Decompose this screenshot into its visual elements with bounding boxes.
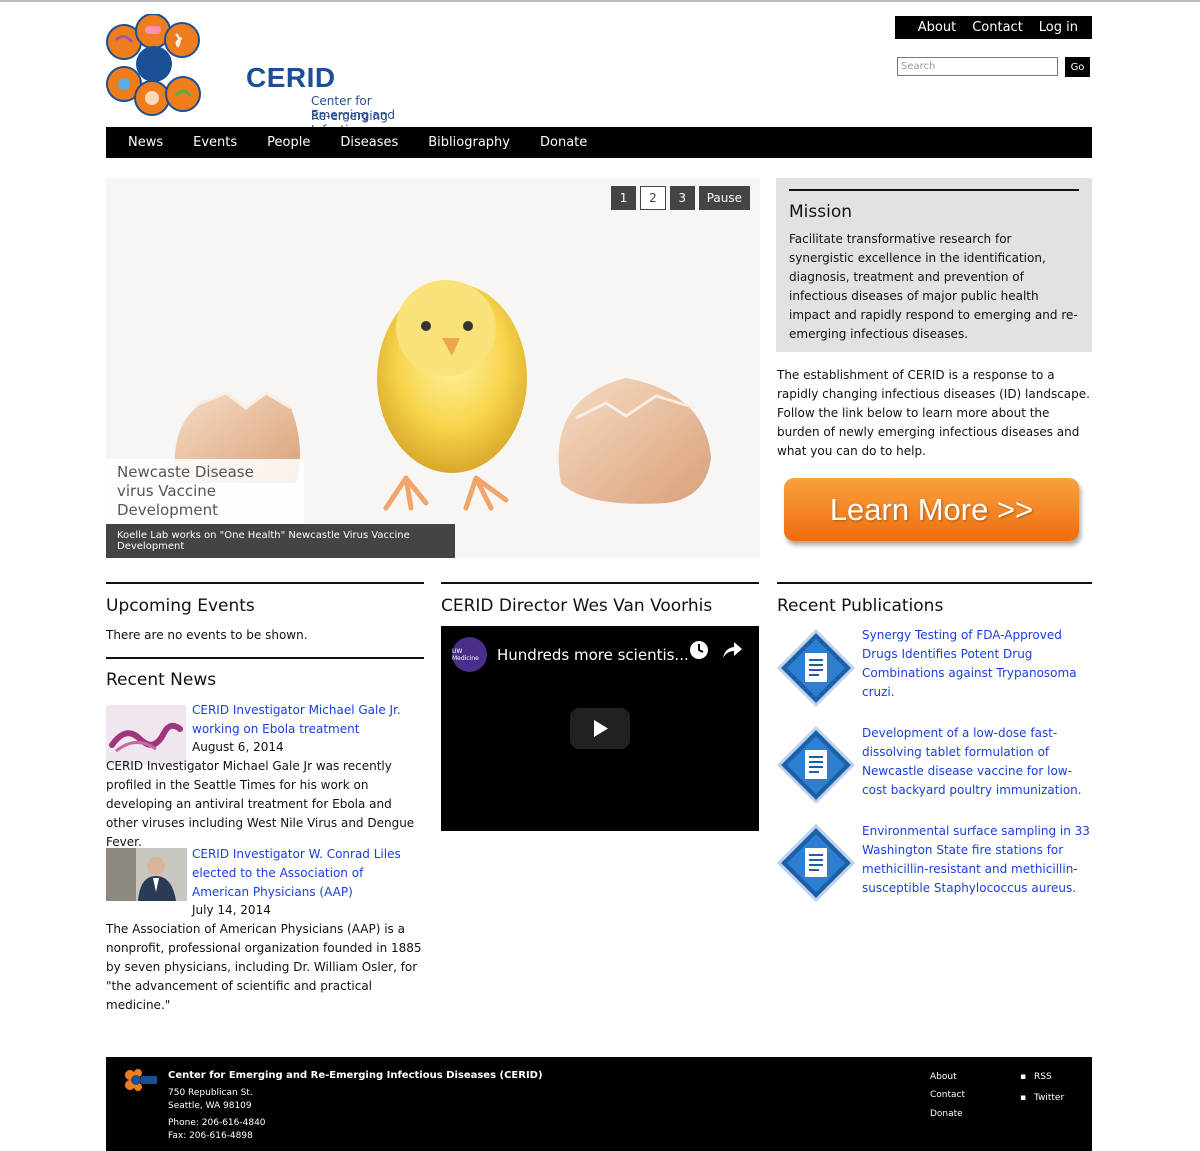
footer-phone: Phone: 206-616-4840 [168,1118,266,1128]
slide-button-2[interactable]: 2 [640,186,666,210]
events-rule [106,582,424,584]
footer-link-twitter[interactable]: Twitter [1034,1093,1064,1103]
channel-avatar[interactable]: UW Medicine [452,637,487,672]
footer-fax: Fax: 206-616-4898 [168,1131,253,1141]
play-icon [594,720,608,737]
util-link-about[interactable]: About [918,20,956,35]
nav-donate[interactable]: Donate [540,135,587,150]
footer-link-rss[interactable]: RSS [1034,1072,1052,1082]
publication-1-link[interactable]: Synergy Testing of FDA-Approved Drugs Id… [862,626,1090,702]
slideshow[interactable]: 1 2 3 Pause Newcaste Disease virus Vacci… [106,178,760,558]
utility-nav: About Contact Log in [895,16,1092,39]
video-title[interactable]: Hundreds more scientis... [497,646,689,664]
nav-bibliography[interactable]: Bibliography [428,135,510,150]
news-item-2-summary: The Association of American Physicians (… [106,922,422,1012]
events-empty-text: There are no events to be shown. [106,628,308,642]
search-go-button[interactable]: Go [1065,57,1090,77]
logo-wordmark: CERID [246,62,336,93]
footer-logo-icon[interactable] [124,1069,158,1091]
document-diamond-icon[interactable] [777,629,855,707]
share-arrow-icon[interactable] [721,640,743,660]
news-heading: Recent News [106,670,217,690]
top-border [0,0,1200,2]
news-rule [106,657,424,659]
footer-org-name: Center for Emerging and Re-Emerging Infe… [168,1070,543,1081]
slide-caption: Koelle Lab works on "One Health" Newcast… [106,524,455,558]
footer-link-donate[interactable]: Donate [930,1109,963,1119]
publications-heading: Recent Publications [777,596,944,616]
slide-pause-button[interactable]: Pause [698,186,750,210]
footer: Center for Emerging and Re-Emerging Infe… [106,1057,1092,1151]
mission-rule [789,189,1079,191]
slide-title[interactable]: Newcaste Disease virus Vaccine Developme… [106,459,304,525]
footer-address-line1: 750 Republican St. [168,1088,253,1098]
intro-text: The establishment of CERID is a response… [777,368,1090,458]
util-link-login[interactable]: Log in [1039,20,1078,35]
video-play-button[interactable] [570,708,630,749]
mission-text: Facilitate transformative research for s… [789,232,1078,341]
footer-address-line2: Seattle, WA 98109 [168,1101,252,1111]
learn-more-button[interactable]: Learn More >> [784,478,1079,541]
mission-box: Mission Facilitate transformative resear… [776,178,1092,352]
news-item-1-date: August 6, 2014 [192,740,284,754]
footer-link-about[interactable]: About [930,1072,957,1082]
news-item-2-date: July 14, 2014 [192,903,271,917]
news-item-2-title[interactable]: CERID Investigator W. Conrad Liles elect… [192,845,417,902]
publications-rule [777,582,1092,584]
news-item-1-summary: CERID Investigator Michael Gale Jr was r… [106,759,415,849]
conrad-liles-photo-thumbnail[interactable] [106,848,187,901]
nav-diseases[interactable]: Diseases [340,135,398,150]
publication-2-link[interactable]: Development of a low-dose fast-dissolvin… [862,724,1090,800]
slideshow-controls: 1 2 3 Pause [611,186,750,210]
publication-3-link[interactable]: Environmental surface sampling in 33 Was… [862,822,1090,898]
news-item-1-title[interactable]: CERID Investigator Michael Gale Jr. work… [192,701,417,739]
document-diamond-icon[interactable] [777,824,855,902]
director-heading: CERID Director Wes Van Voorhis [441,596,713,616]
director-rule [441,582,759,584]
footer-link-contact[interactable]: Contact [930,1090,965,1100]
ebola-virus-thumbnail[interactable] [106,705,186,765]
logo-emblem-icon [106,14,201,116]
document-diamond-icon[interactable] [777,726,855,804]
slide-button-1[interactable]: 1 [611,186,637,210]
main-nav: News Events People Diseases Bibliography… [106,127,1092,158]
util-link-contact[interactable]: Contact [972,20,1023,35]
nav-news[interactable]: News [128,135,163,150]
events-heading: Upcoming Events [106,596,255,616]
cerid-logo[interactable]: CERID Center for Emerging and Re-emergin… [106,14,416,151]
slide-button-3[interactable]: 3 [669,186,695,210]
bullet-icon: ▪ [1020,1093,1027,1103]
bullet-icon: ▪ [1020,1072,1027,1082]
nav-events[interactable]: Events [193,135,237,150]
search-input[interactable] [897,57,1058,76]
nav-people[interactable]: People [267,135,310,150]
director-video-player[interactable]: UW Medicine Hundreds more scientis... [441,626,759,831]
watch-later-clock-icon[interactable] [689,640,709,660]
mission-heading: Mission [789,202,853,222]
